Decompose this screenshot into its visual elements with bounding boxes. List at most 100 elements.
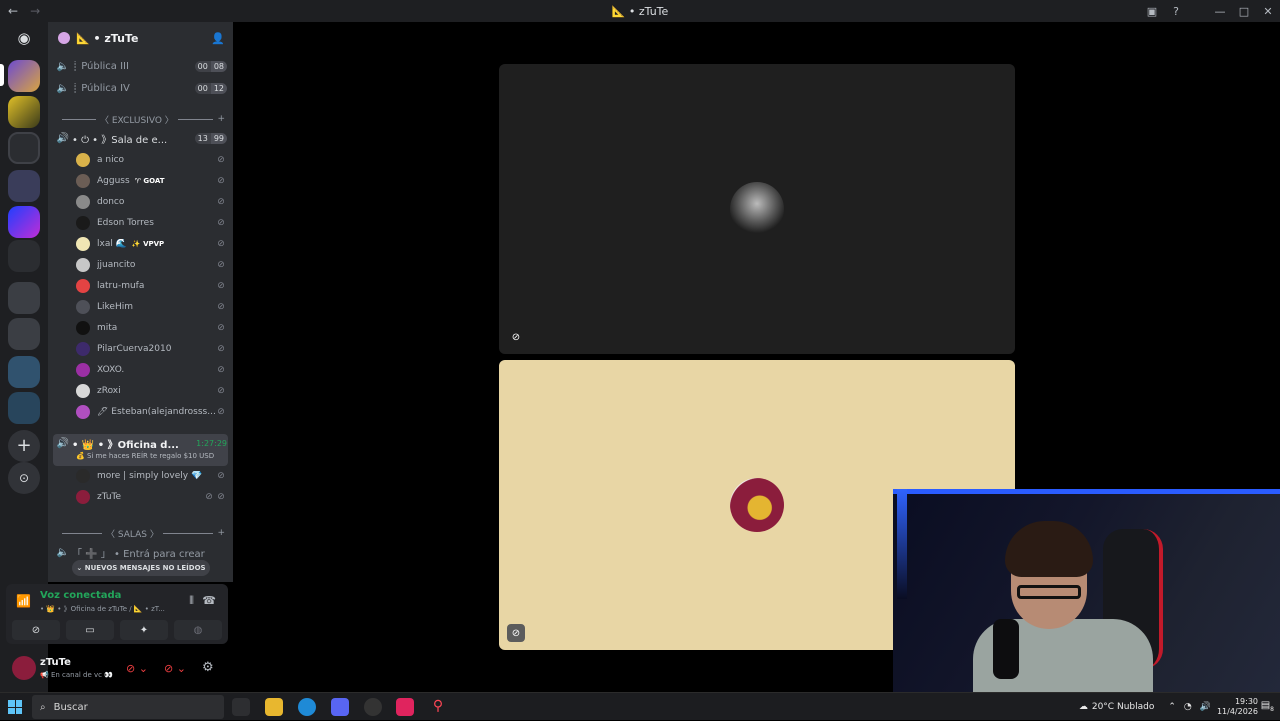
add-channel-icon[interactable]: + xyxy=(217,114,225,124)
avatar xyxy=(76,174,90,188)
clock[interactable]: 19:30 11/4/2026 xyxy=(1217,697,1258,717)
new-messages-pill[interactable]: ⌄ NUEVOS MENSAJES NO LEÍDOS xyxy=(72,560,210,576)
add-channel-icon[interactable]: + xyxy=(217,528,225,538)
file-explorer-icon[interactable] xyxy=(265,698,283,716)
deafened-icon: ⊘ xyxy=(217,365,225,375)
category-exclusivo[interactable]: 〈 EXCLUSIVO 〉 + xyxy=(58,112,225,126)
avatar xyxy=(76,195,90,209)
voice-user[interactable]: zTuTe ⊘ ⊘ xyxy=(76,487,227,507)
my-avatar[interactable] xyxy=(12,656,36,680)
inbox-icon[interactable]: ▣ xyxy=(1140,5,1164,18)
voice-location[interactable]: • 👑 • 》Oficina de zTuTe / 📐 • zT... xyxy=(40,604,165,614)
deafened-icon: ⊘ xyxy=(217,344,225,354)
server-folder-icon[interactable] xyxy=(8,282,40,314)
voice-channel-publica-iii[interactable]: 🔈 ┊ Pública III 00 08 xyxy=(54,56,227,76)
minimize-button[interactable]: — xyxy=(1208,5,1232,18)
maximize-button[interactable]: □ xyxy=(1232,5,1256,18)
soundboard-button[interactable]: ◍ xyxy=(174,620,222,640)
my-username[interactable]: zTuTe xyxy=(40,657,71,668)
server-folder-icon[interactable] xyxy=(8,170,40,202)
channel-name: • 👑 • 》Oficina d... xyxy=(72,439,179,451)
server-icon[interactable] xyxy=(8,96,40,128)
server-folder-icon[interactable] xyxy=(8,206,40,238)
avatar xyxy=(76,321,90,335)
voice-user[interactable]: Agguss ♈ GOAT ⊘ xyxy=(76,171,227,191)
edge-icon[interactable] xyxy=(298,698,316,716)
camera-off-button[interactable]: ⊘ xyxy=(12,620,60,640)
voice-channel-sala[interactable]: 🔊 • ⏻ • 》Sala de e... 13 99 xyxy=(54,128,227,148)
server-icon[interactable] xyxy=(8,240,40,272)
close-button[interactable]: ✕ xyxy=(1256,5,1280,18)
avatar xyxy=(76,384,90,398)
avatar xyxy=(76,279,90,293)
voice-user[interactable]: zRoxi ⊘ xyxy=(76,381,227,401)
weather-text[interactable]: 20°C Nublado xyxy=(1092,702,1154,712)
voice-user[interactable]: mita ⊘ xyxy=(76,318,227,338)
settings-gear-icon[interactable]: ⚙ xyxy=(202,660,214,675)
deafened-icon: ⊘ xyxy=(217,386,225,396)
voice-user[interactable]: a nico ⊘ xyxy=(76,150,227,170)
speaker-tray-icon[interactable]: 🔊 xyxy=(1200,702,1211,712)
disconnect-icon[interactable]: ☎ xyxy=(202,594,216,607)
avatar xyxy=(76,258,90,272)
help-icon[interactable]: ? xyxy=(1164,5,1188,18)
server-folder-icon[interactable] xyxy=(8,318,40,350)
channel-name: • ⏻ • 》Sala de e... xyxy=(72,134,168,146)
map-pin-icon[interactable]: ⚲ xyxy=(429,698,447,716)
category-salas[interactable]: 〈 SALAS 〉 + xyxy=(58,526,225,540)
add-server-icon[interactable]: + xyxy=(8,430,40,462)
deafened-icon: ⊘ xyxy=(507,624,525,642)
taskbar-search[interactable]: ⌕ Buscar xyxy=(32,695,224,719)
screen-share-button[interactable]: ▭ xyxy=(66,620,114,640)
voice-user[interactable]: XOXO. ⊘ xyxy=(76,360,227,380)
voice-status[interactable]: Voz conectada xyxy=(40,590,121,601)
noise-suppression-icon[interactable]: ⦀ xyxy=(189,594,194,608)
signal-icon[interactable]: 📶 xyxy=(16,594,31,608)
guild-header[interactable]: 📐 • zTuTe 👤 xyxy=(48,22,233,54)
deafen-icon[interactable]: ⊘ ⌄ xyxy=(164,662,186,675)
voice-user[interactable]: 🖊 Esteban(alejandrosss... ⊘ xyxy=(76,402,227,422)
user-limit-badge: 00 08 xyxy=(194,60,227,72)
weather-icon[interactable]: ☁ xyxy=(1079,702,1088,712)
deafened-icon: ⊘ xyxy=(217,197,225,207)
channel-timer: 1:27:29 xyxy=(196,438,227,448)
speaker-active-icon: 🔊 xyxy=(56,437,70,449)
discover-icon[interactable]: ⊙ xyxy=(8,462,40,494)
deafened-icon: ⊘ xyxy=(217,492,225,502)
server-folder-icon[interactable] xyxy=(8,392,40,424)
voice-user[interactable]: Edson Torres ⊘ xyxy=(76,213,227,233)
tiktok-icon[interactable] xyxy=(396,698,414,716)
user-limit-badge: 13 99 xyxy=(194,132,227,144)
muted-icon: ⊘ xyxy=(511,331,521,343)
start-button[interactable] xyxy=(8,700,22,714)
server-folder-icon[interactable] xyxy=(8,132,40,164)
participant-avatar xyxy=(730,182,784,236)
tray-chevron-icon[interactable]: ⌃ xyxy=(1168,702,1176,712)
voice-user[interactable]: donco ⊘ xyxy=(76,192,227,212)
search-label: Buscar xyxy=(53,701,88,713)
voice-user[interactable]: latru-mufa ⊘ xyxy=(76,276,227,296)
app-icon[interactable] xyxy=(364,698,382,716)
voice-channel-create[interactable]: 🔈 「 ➕ 」 • Entrá para crear xyxy=(54,542,227,562)
selected-server-indicator xyxy=(0,64,4,86)
discord-home-icon[interactable]: ◉ xyxy=(8,26,40,50)
notification-icon[interactable]: ▤8 xyxy=(1261,700,1274,713)
participant-avatar xyxy=(730,478,784,532)
avatar xyxy=(76,405,90,419)
add-member-icon[interactable]: 👤 xyxy=(211,32,225,45)
mute-mic-icon[interactable]: ⊘ ⌄ xyxy=(126,662,148,675)
task-view-icon[interactable] xyxy=(232,698,250,716)
server-icon[interactable] xyxy=(8,60,40,92)
voice-channel-oficina-row[interactable]: 🔊 • 👑 • 》Oficina d... 1:27:29 xyxy=(54,433,227,453)
voice-user[interactable]: LikeHim ⊘ xyxy=(76,297,227,317)
participant-tile[interactable]: ⊘ xyxy=(499,64,1015,354)
wifi-icon[interactable]: ◔ xyxy=(1184,702,1192,712)
activities-button[interactable]: ✦ xyxy=(120,620,168,640)
voice-user[interactable]: lxal 🌊 ✨ VPVP ⊘ xyxy=(76,234,227,254)
server-folder-icon[interactable] xyxy=(8,356,40,388)
voice-channel-publica-iv[interactable]: 🔈 ┊ Pública IV 00 12 xyxy=(54,78,227,98)
voice-user[interactable]: more | simply lovely 💎 ⊘ xyxy=(76,466,227,486)
voice-user[interactable]: PilarCuerva2010 ⊘ xyxy=(76,339,227,359)
discord-taskbar-icon[interactable] xyxy=(331,698,349,716)
voice-user[interactable]: jjuancito ⊘ xyxy=(76,255,227,275)
